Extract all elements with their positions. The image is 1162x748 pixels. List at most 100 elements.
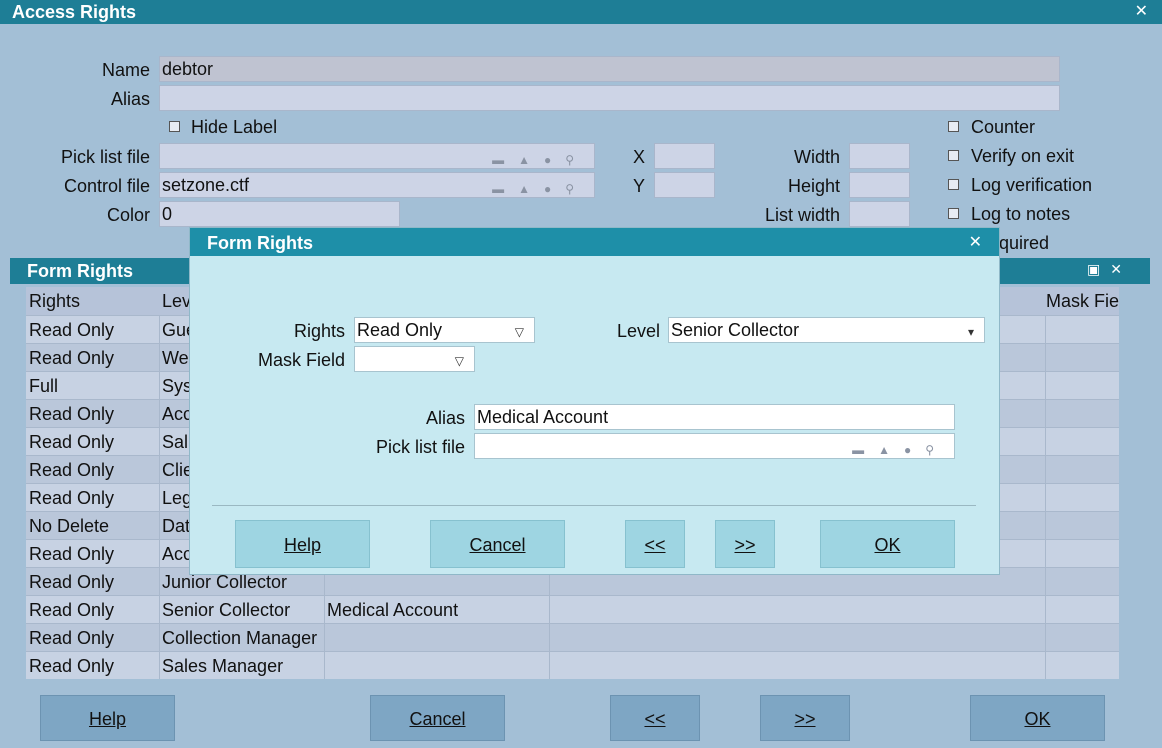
dialog-picklist-field[interactable]: ▬▲●⚲ (474, 433, 955, 459)
dialog-close-icon[interactable]: ✕ (969, 232, 982, 252)
table-row[interactable]: Read Only Collection Manager (26, 623, 1119, 651)
dropdown-arrow-icon: ▾ (967, 325, 974, 339)
list-width-field[interactable] (849, 201, 910, 227)
column-separator (549, 596, 550, 623)
log-verification-checkbox[interactable] (948, 179, 959, 190)
log-to-notes-label: Log to notes (971, 204, 1071, 224)
column-separator (159, 372, 160, 399)
column-separator (1045, 512, 1046, 539)
dialog-ok-button[interactable]: OK (820, 520, 955, 568)
name-field[interactable]: debtor (159, 56, 1060, 82)
dialog-alias-label: Alias (425, 408, 465, 428)
row-rights: No Delete (29, 516, 110, 536)
dialog-mask-select[interactable]: ▽ (354, 346, 475, 372)
column-separator (324, 652, 325, 679)
dialog-rights-value: Read Only (357, 320, 443, 340)
width-field[interactable] (849, 143, 910, 169)
width-label: Width (793, 147, 840, 167)
y-field[interactable] (654, 172, 715, 198)
window-title-bar: Access Rights ✕ (0, 0, 1162, 24)
log-to-notes-checkbox[interactable] (948, 208, 959, 219)
dialog-cancel-button[interactable]: Cancel (430, 520, 565, 568)
hide-label-checkbox[interactable] (169, 121, 180, 132)
dialog-divider (212, 505, 976, 506)
color-field[interactable]: 0 (159, 201, 400, 227)
file-action-icons[interactable]: ▬▲●⚲ (852, 438, 948, 458)
file-action-icons[interactable]: ▬▲●⚲ (492, 177, 588, 197)
dialog-next-button[interactable]: >> (715, 520, 775, 568)
dialog-rights-label: Rights (293, 321, 345, 341)
row-level: Sales Manager (162, 656, 284, 676)
dialog-level-label: Level (616, 321, 660, 341)
prev-button[interactable]: << (610, 695, 700, 741)
column-separator (1045, 484, 1046, 511)
cancel-button[interactable]: Cancel (370, 695, 505, 741)
column-separator (1045, 568, 1046, 595)
help-button[interactable]: Help (40, 695, 175, 741)
control-file-field[interactable]: setzone.ctf ▬▲●⚲ (159, 172, 595, 198)
dialog-help-label: Help (283, 535, 322, 555)
prev-button-label: << (644, 709, 666, 729)
row-rights: Read Only (29, 320, 115, 340)
column-separator (1045, 456, 1046, 483)
x-field[interactable] (654, 143, 715, 169)
dialog-level-select[interactable]: Senior Collector ▾ (668, 317, 985, 343)
height-field[interactable] (849, 172, 910, 198)
window-title: Access Rights (12, 2, 137, 22)
counter-label: Counter (971, 117, 1036, 137)
counter-checkbox[interactable] (948, 121, 959, 132)
ok-button[interactable]: OK (970, 695, 1105, 741)
next-button-label: >> (794, 709, 816, 729)
column-separator (1045, 540, 1046, 567)
column-separator (159, 540, 160, 567)
row-rights: Read Only (29, 348, 115, 368)
form-rights-panel-title: Form Rights (27, 261, 133, 281)
height-label: Height (787, 176, 840, 196)
column-separator (549, 652, 550, 679)
column-separator (1045, 372, 1046, 399)
picklist-field[interactable]: ▬▲●⚲ (159, 143, 595, 169)
column-separator (159, 596, 160, 623)
row-rights: Read Only (29, 656, 115, 676)
dialog-level-value: Senior Collector (671, 320, 800, 340)
panel-window-controls[interactable]: ▣✕ (1087, 261, 1132, 278)
next-button[interactable]: >> (760, 695, 850, 741)
column-separator (324, 596, 325, 623)
row-rights: Full (29, 376, 59, 396)
dialog-prev-button[interactable]: << (625, 520, 685, 568)
dropdown-arrow-icon: ▽ (514, 325, 524, 339)
picklist-label: Pick list file (60, 147, 150, 167)
column-separator (159, 512, 160, 539)
hide-label-text: Hide Label (191, 117, 278, 137)
row-rights: Read Only (29, 404, 115, 424)
ok-button-label: OK (1024, 709, 1051, 729)
dialog-help-button[interactable]: Help (235, 520, 370, 568)
control-file-label: Control file (63, 176, 150, 196)
dialog-title-bar: Form Rights ✕ (190, 228, 999, 256)
column-separator (324, 624, 325, 651)
row-rights: Read Only (29, 488, 115, 508)
table-row[interactable]: Read Only Sales Manager (26, 651, 1119, 679)
dialog-picklist-label: Pick list file (375, 437, 465, 457)
column-separator (159, 652, 160, 679)
col-mask-field[interactable]: Mask Fie (1046, 287, 1121, 315)
table-row[interactable]: Read Only Senior Collector Medical Account (26, 595, 1119, 623)
alias-field[interactable] (159, 85, 1060, 111)
verify-on-exit-checkbox[interactable] (948, 150, 959, 161)
row-alias: Medical Account (327, 600, 459, 620)
color-label: Color (106, 205, 150, 225)
column-separator (159, 484, 160, 511)
row-rights: Read Only (29, 544, 115, 564)
row-rights: Read Only (29, 432, 115, 452)
x-label: X (632, 147, 645, 167)
file-action-icons[interactable]: ▬▲●⚲ (492, 148, 588, 168)
control-file-value: setzone.ctf (162, 175, 250, 195)
column-separator (159, 456, 160, 483)
close-icon[interactable]: ✕ (1135, 1, 1148, 21)
column-separator (159, 344, 160, 371)
dialog-alias-field[interactable]: Medical Account (474, 404, 955, 430)
dialog-rights-select[interactable]: Read Only ▽ (354, 317, 535, 343)
column-separator (1045, 624, 1046, 651)
column-separator (549, 624, 550, 651)
col-rights[interactable]: Rights (29, 287, 157, 315)
